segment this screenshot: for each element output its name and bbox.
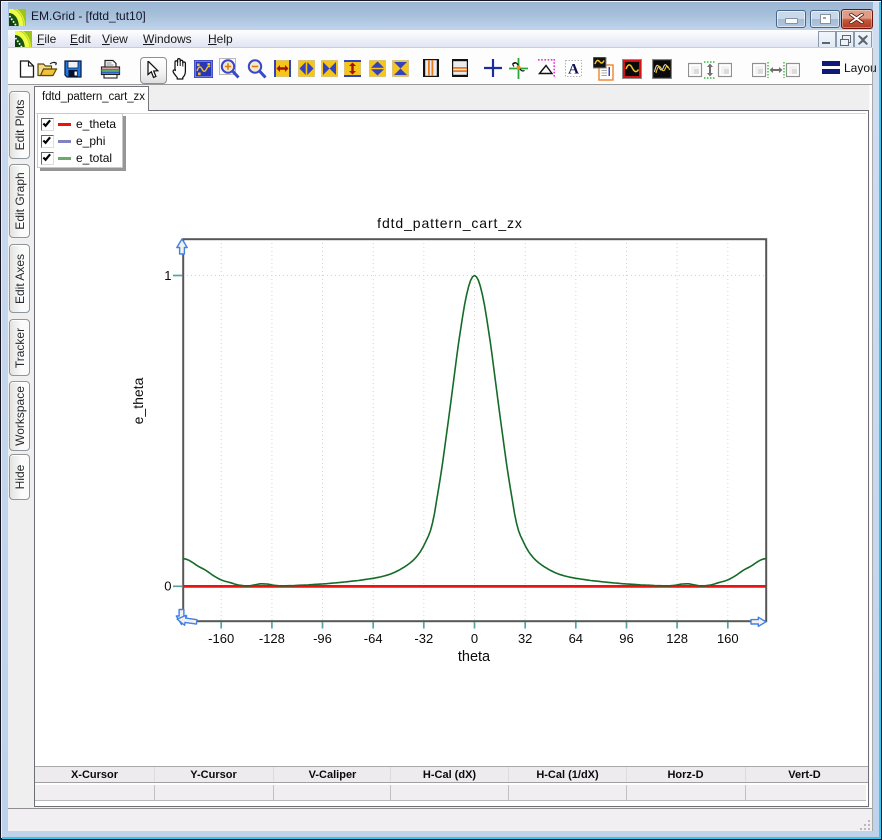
svg-text:theta: theta bbox=[458, 649, 491, 665]
svg-text:A: A bbox=[568, 62, 579, 78]
svg-text:128: 128 bbox=[666, 631, 688, 646]
svg-text:-64: -64 bbox=[364, 631, 383, 646]
svg-text:-32: -32 bbox=[414, 631, 433, 646]
svg-text:1: 1 bbox=[164, 268, 171, 283]
svg-text:160: 160 bbox=[717, 631, 739, 646]
svg-text:0: 0 bbox=[471, 631, 478, 646]
svg-text:-160: -160 bbox=[208, 631, 234, 646]
svg-text:32: 32 bbox=[518, 631, 532, 646]
svg-text:96: 96 bbox=[619, 631, 633, 646]
svg-text:64: 64 bbox=[569, 631, 583, 646]
svg-text:0: 0 bbox=[164, 579, 171, 594]
svg-text:fdtd_pattern_cart_zx: fdtd_pattern_cart_zx bbox=[377, 215, 523, 231]
svg-text:-96: -96 bbox=[313, 631, 332, 646]
svg-text:e_theta: e_theta bbox=[130, 377, 146, 424]
svg-text:-128: -128 bbox=[259, 631, 285, 646]
